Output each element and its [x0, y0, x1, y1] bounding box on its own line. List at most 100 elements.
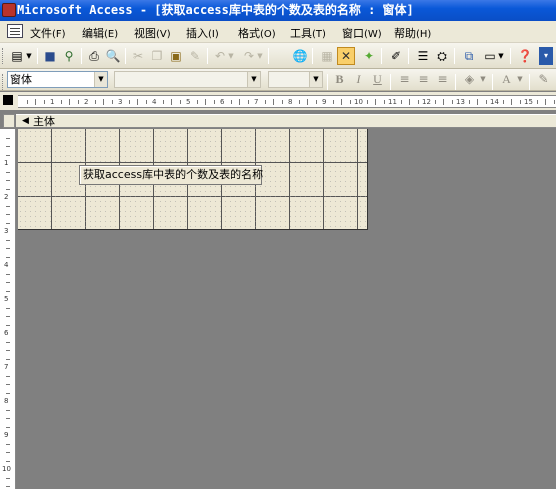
ruler-tick: [6, 418, 10, 419]
align-left-icon[interactable]: ≡: [396, 71, 413, 88]
toolbar-options-icon[interactable]: ▾: [539, 47, 553, 65]
undo-dropdown-icon[interactable]: ▼: [226, 47, 236, 65]
properties-icon[interactable]: ☰: [414, 47, 432, 65]
print-preview-icon[interactable]: 🔍: [104, 47, 122, 65]
fill-color-dropdown-icon[interactable]: ▼: [478, 71, 488, 88]
code-icon[interactable]: ✐: [387, 47, 405, 65]
menu-help[interactable]: 帮助(H): [394, 25, 431, 41]
ruler-number: 11: [388, 98, 397, 106]
hyperlink-icon[interactable]: 🌐: [291, 47, 309, 65]
ruler-tick: [264, 100, 266, 104]
title-bar[interactable]: Microsoft Access - [获取access库中表的个数及表的名称 …: [0, 0, 556, 21]
menu-format-key: (O): [260, 29, 276, 40]
ruler-tick: [6, 409, 10, 411]
font-color-button[interactable]: A: [498, 71, 515, 88]
save-icon[interactable]: ■: [41, 47, 59, 65]
ruler-tick: [128, 100, 130, 104]
menu-view-label: 视图: [134, 27, 156, 40]
ruler-number: 4: [152, 98, 157, 106]
line-color-icon[interactable]: ✎: [535, 71, 552, 88]
vertical-ruler[interactable]: 1 2 3 4 5 6 7 8 9 10: [0, 129, 16, 489]
standard-toolbar: ▤ ▼ ■ ⚲ ⎙ 🔍 ✂ ❐ ▣ ✎ ↶ ▼ ↷ ▼ 🌐 ▦ ✕ ✦ ✐ ☰ …: [0, 43, 556, 69]
ruler-number: 7: [4, 363, 9, 371]
align-center-icon[interactable]: ≡: [415, 71, 432, 88]
ruler-tick: [451, 100, 453, 104]
toolbar-grip[interactable]: [2, 48, 5, 64]
field-list-icon[interactable]: ▦: [318, 47, 336, 65]
ruler-tick: [341, 99, 342, 105]
form-selector-box[interactable]: [3, 95, 13, 105]
menu-help-key: (H): [416, 29, 432, 40]
ruler-number: 12: [422, 98, 431, 106]
section-selector-box[interactable]: [3, 114, 15, 128]
font-color-dropdown-icon[interactable]: ▼: [515, 71, 525, 88]
ruler-tick: [6, 477, 10, 479]
ruler-number: 7: [254, 98, 259, 106]
underline-button[interactable]: U: [369, 71, 386, 88]
ruler-tick: [6, 154, 10, 156]
ruler-tick: [6, 375, 10, 377]
print-icon[interactable]: ⎙: [85, 47, 103, 65]
ruler-tick: [145, 100, 147, 104]
form-control-menu-icon[interactable]: [7, 24, 23, 38]
label-control[interactable]: 获取access库中表的个数及表的名称: [79, 165, 263, 185]
build-icon[interactable]: ⛭: [433, 47, 451, 65]
toolbox-icon[interactable]: ✕: [337, 47, 355, 65]
cut-icon[interactable]: ✂: [129, 47, 147, 65]
chevron-down-icon[interactable]: ▼: [247, 72, 260, 87]
ruler-number: 8: [288, 98, 293, 106]
bold-button[interactable]: B: [331, 71, 348, 88]
ruler-number: 15: [524, 98, 533, 106]
database-window-icon[interactable]: ⧉: [460, 47, 478, 65]
italic-button[interactable]: I: [350, 71, 367, 88]
ruler-tick: [171, 99, 172, 105]
ruler-number: 8: [4, 397, 9, 405]
ruler-number: 3: [118, 98, 123, 106]
ruler-tick: [111, 100, 113, 104]
menu-window[interactable]: 窗口(W): [342, 25, 382, 41]
toolbar-grip[interactable]: [2, 74, 5, 90]
ruler-tick: [273, 99, 274, 105]
toolbar-separator: [207, 48, 208, 64]
chevron-down-icon[interactable]: ▼: [309, 72, 322, 87]
ruler-tick: [383, 100, 385, 104]
autoformat-icon[interactable]: ✦: [360, 47, 378, 65]
ruler-tick: [6, 316, 10, 317]
ruler-tick: [60, 100, 62, 104]
toolbar-separator: [268, 48, 269, 64]
menu-tools[interactable]: 工具(T): [290, 25, 326, 41]
font-size-combo[interactable]: ▼: [268, 71, 323, 88]
help-icon[interactable]: ❓: [516, 47, 534, 65]
menu-file[interactable]: 文件(F): [30, 25, 66, 41]
menu-format[interactable]: 格式(O): [238, 25, 276, 41]
redo-dropdown-icon[interactable]: ▼: [255, 47, 265, 65]
paste-icon[interactable]: ▣: [167, 47, 185, 65]
ruler-tick: [298, 100, 300, 104]
window-title: Microsoft Access - [获取access库中表的个数及表的名称 …: [17, 3, 414, 17]
ruler-tick: [519, 100, 521, 104]
chevron-down-icon[interactable]: ▼: [94, 72, 107, 87]
ruler-tick: [6, 350, 10, 351]
ruler-tick: [349, 100, 351, 104]
menu-view[interactable]: 视图(V): [134, 25, 171, 41]
access-app-icon[interactable]: [2, 3, 16, 17]
format-painter-icon[interactable]: ✎: [186, 47, 204, 65]
view-dropdown-icon[interactable]: ▼: [24, 47, 34, 65]
copy-icon[interactable]: ❐: [148, 47, 166, 65]
ruler-number: 13: [456, 98, 465, 106]
ruler-number: 1: [4, 159, 9, 167]
ruler-tick: [6, 256, 10, 258]
menu-edit[interactable]: 编辑(E): [82, 25, 118, 41]
menu-file-key: (F): [52, 29, 66, 40]
ruler-tick: [230, 100, 232, 104]
horizontal-ruler[interactable]: 1 2 3 4 5 6 7 8 9 10 11 12 13 14 15: [18, 95, 556, 108]
object-selector[interactable]: 窗体 ▼: [7, 71, 108, 88]
fill-color-icon[interactable]: ◈: [461, 71, 478, 88]
detail-section-bar[interactable]: ◀ 主体: [16, 114, 556, 128]
new-object-dropdown-icon[interactable]: ▼: [496, 47, 506, 65]
menu-insert[interactable]: 插入(I): [186, 25, 219, 41]
ruler-tick: [196, 100, 198, 104]
font-name-combo[interactable]: ▼: [114, 71, 261, 88]
align-right-icon[interactable]: ≡: [434, 71, 451, 88]
search-icon[interactable]: ⚲: [60, 47, 78, 65]
